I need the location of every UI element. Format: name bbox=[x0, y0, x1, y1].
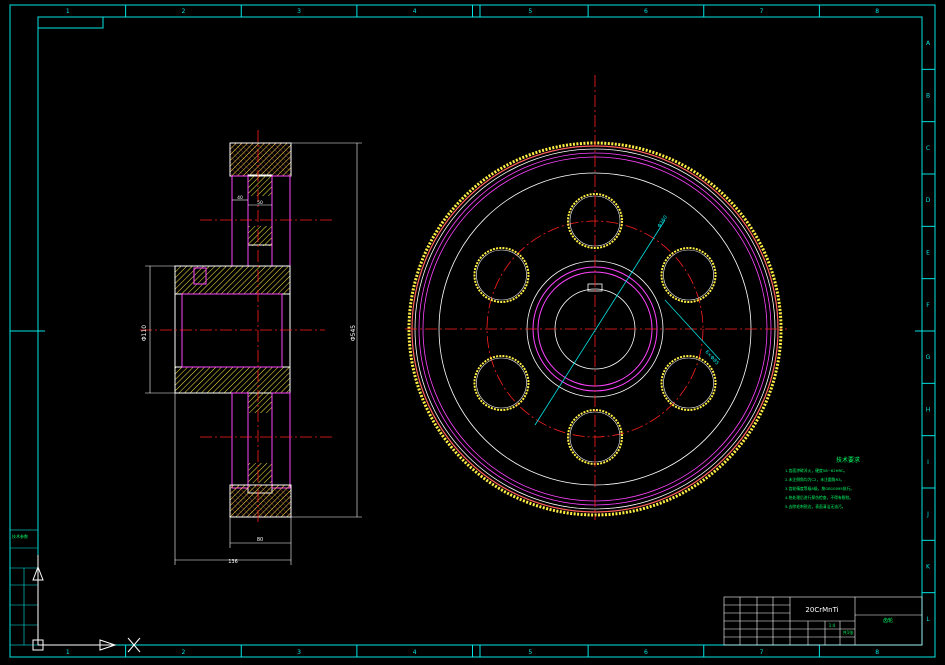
front-view bbox=[405, 75, 787, 520]
col-label-top: 1 bbox=[66, 8, 70, 15]
drawing-svg: 1 1 2 2 3 3 4 4 5 5 6 6 7 7 8 8 A B C D E F G H I J K L Φ110 Φ545 … bbox=[9, 4, 936, 658]
dim-rim-width: 80 bbox=[257, 537, 263, 543]
dim-hole: 6×Φ85 bbox=[704, 349, 720, 366]
col-label-bottom: 3 bbox=[297, 649, 301, 656]
col-label-top: 4 bbox=[413, 8, 417, 15]
dim-pcd: Φ360 bbox=[657, 215, 669, 230]
left-table-title: 技术参数 bbox=[12, 533, 28, 539]
col-label-top: 5 bbox=[528, 8, 532, 15]
row-label: J bbox=[926, 511, 929, 518]
ucs-axis-icon bbox=[32, 555, 141, 653]
col-label-bottom: 7 bbox=[760, 649, 764, 656]
left-param-table bbox=[9, 529, 39, 646]
row-label: D bbox=[926, 197, 931, 204]
column-labels: 1 1 2 2 3 3 4 4 5 5 6 6 7 7 8 8 bbox=[66, 8, 879, 656]
row-label: K bbox=[926, 564, 931, 571]
notes-title: 技术要求 bbox=[836, 456, 860, 464]
row-label: B bbox=[926, 93, 930, 100]
note-5: 5.去除毛刺锐边，表面清洁无油污。 bbox=[785, 504, 846, 509]
col-label-bottom: 4 bbox=[413, 649, 417, 656]
note-2: 2.未注倒角均为C2，未注圆角R3。 bbox=[785, 477, 844, 482]
row-label: H bbox=[926, 407, 931, 414]
sheet-value: 共1张 bbox=[843, 629, 854, 635]
material-label: 20CrMnTi bbox=[805, 606, 838, 614]
technical-notes: 技术要求 1.齿面渗碳淬火，硬度58~62HRC。 2.未注倒角均为C2，未注圆… bbox=[785, 456, 860, 509]
row-label: F bbox=[926, 302, 930, 309]
note-3: 3.齿轮精度等级8级，按GB10095执行。 bbox=[785, 486, 854, 491]
col-label-bottom: 1 bbox=[66, 649, 70, 656]
col-label-bottom: 6 bbox=[644, 649, 648, 656]
row-label: C bbox=[926, 145, 930, 152]
part-name: 齿轮 bbox=[883, 617, 893, 624]
section-view bbox=[140, 130, 362, 565]
cad-drawing-canvas[interactable]: 1 1 2 2 3 3 4 4 5 5 6 6 7 7 8 8 A B C D E F G H I J K L Φ110 Φ545 … bbox=[0, 0, 945, 665]
dim-web-a: 40 bbox=[237, 195, 243, 201]
col-label-bottom: 2 bbox=[182, 649, 186, 656]
row-label: A bbox=[926, 40, 931, 47]
col-label-bottom: 5 bbox=[528, 649, 532, 656]
dim-hub-width: 136 bbox=[228, 559, 238, 565]
dim-outer: Φ545 bbox=[350, 325, 357, 341]
row-label: E bbox=[926, 250, 930, 257]
col-label-bottom: 8 bbox=[875, 649, 879, 656]
col-label-top: 3 bbox=[297, 8, 301, 15]
drawing-frame bbox=[9, 4, 936, 658]
col-label-top: 6 bbox=[644, 8, 648, 15]
row-label: L bbox=[926, 616, 930, 623]
row-label: G bbox=[926, 354, 931, 361]
dim-web-b: 50 bbox=[257, 200, 263, 206]
note-1: 1.齿面渗碳淬火，硬度58~62HRC。 bbox=[785, 468, 847, 473]
col-label-top: 8 bbox=[875, 8, 879, 15]
scale-value: 1:4 bbox=[829, 623, 836, 628]
note-4: 4.热处理后进行探伤检查，不得有裂纹。 bbox=[785, 495, 853, 500]
dim-bore: Φ110 bbox=[141, 325, 148, 341]
col-label-top: 2 bbox=[182, 8, 186, 15]
col-label-top: 7 bbox=[760, 8, 764, 15]
row-label: I bbox=[927, 459, 929, 466]
